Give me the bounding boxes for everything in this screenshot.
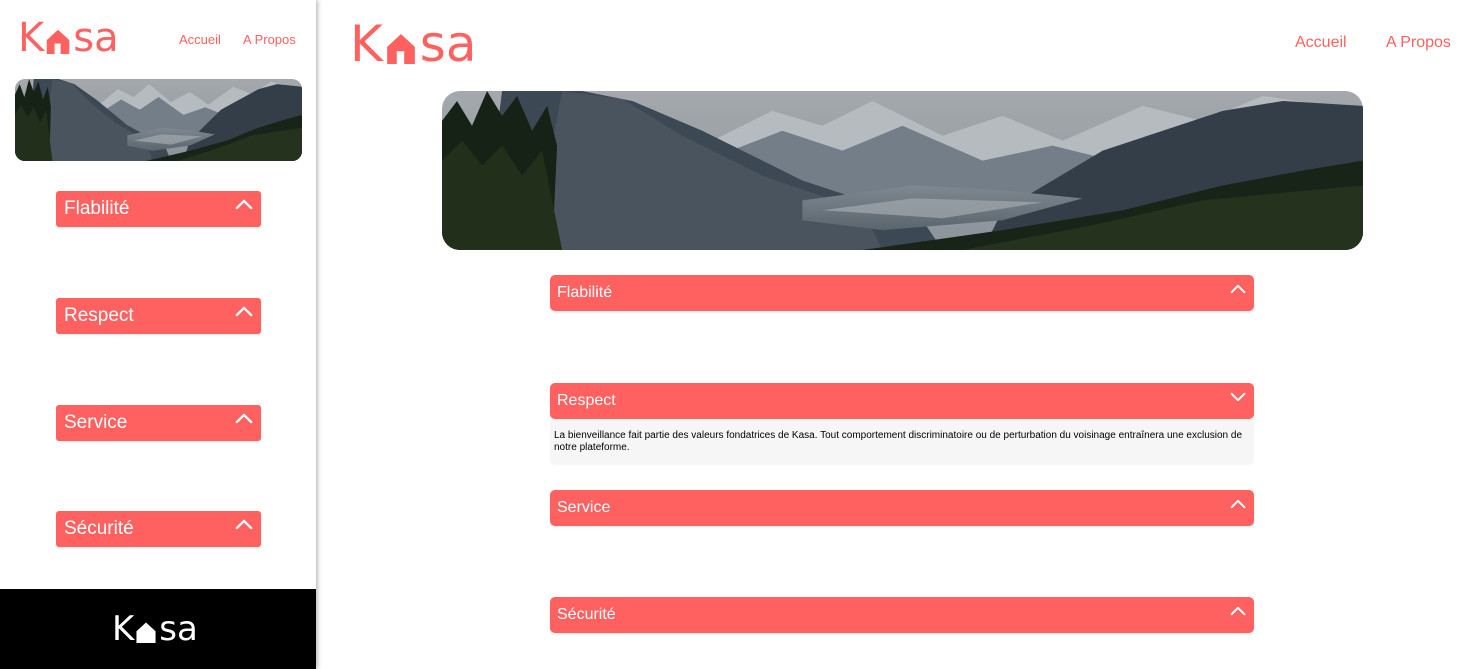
house-icon — [45, 26, 71, 56]
collapse-content-respect: La bienveillance fait partie des valeurs… — [550, 419, 1254, 465]
collapse-title: Respect — [557, 392, 616, 409]
collapse-title: Service — [64, 412, 128, 433]
collapse-text: La bienveillance fait partie des valeurs… — [554, 430, 1243, 453]
chevron-up-icon[interactable] — [235, 413, 253, 424]
collapse-title: Flabilité — [64, 198, 130, 219]
nav-link-about[interactable]: A Propos — [243, 32, 296, 47]
mountain-landscape-image — [442, 91, 1363, 250]
chevron-up-icon[interactable] — [235, 306, 253, 317]
logo-letter-k: K — [112, 609, 135, 649]
mountain-landscape-image — [15, 79, 302, 161]
collapse-toggle-fiabilite[interactable]: Flabilité — [550, 275, 1254, 311]
chevron-down-icon[interactable] — [1230, 392, 1246, 402]
logo-letter-k: K — [350, 15, 383, 73]
banner-image — [15, 79, 302, 161]
collapse-toggle-respect[interactable]: Respect — [56, 298, 261, 334]
footer-kasa-logo: K sa — [112, 609, 198, 649]
chevron-up-icon[interactable] — [1230, 499, 1246, 509]
chevron-up-icon[interactable] — [235, 519, 253, 530]
collapse-toggle-securite[interactable]: Sécurité — [56, 511, 261, 547]
house-icon — [135, 619, 157, 645]
house-icon — [385, 29, 417, 67]
logo-letters-sa: sa — [419, 15, 477, 73]
footer: K sa — [0, 589, 316, 669]
nav-link-about[interactable]: A Propos — [1386, 34, 1451, 52]
collapse-title: Respect — [64, 305, 134, 326]
logo-letter-k: K — [18, 15, 45, 61]
chevron-up-icon[interactable] — [1230, 284, 1246, 294]
collapse-toggle-service[interactable]: Service — [550, 490, 1254, 526]
nav-link-home[interactable]: Accueil — [1295, 34, 1347, 52]
chevron-up-icon[interactable] — [1230, 606, 1246, 616]
collapse-toggle-service[interactable]: Service — [56, 405, 261, 441]
banner-image — [442, 91, 1363, 250]
logo-letters-sa: sa — [159, 609, 198, 649]
desktop-preview-panel: K sa Accueil A Propos Flabilité Respect … — [316, 0, 1468, 669]
nav-link-home[interactable]: Accueil — [179, 32, 221, 47]
collapse-title: Service — [557, 499, 611, 516]
collapse-toggle-fiabilite[interactable]: Flabilité — [56, 191, 261, 227]
mobile-preview-panel: K sa Accueil A Propos Flabilité Respect … — [0, 0, 316, 669]
collapse-toggle-securite[interactable]: Sécurité — [550, 597, 1254, 633]
collapse-title: Sécurité — [557, 606, 616, 623]
kasa-logo[interactable]: K sa — [18, 18, 119, 58]
collapse-title: Sécurité — [64, 518, 134, 539]
collapse-toggle-respect[interactable]: Respect — [550, 383, 1254, 419]
collapse-title: Flabilité — [557, 284, 613, 301]
kasa-logo[interactable]: K sa — [350, 15, 477, 73]
chevron-up-icon[interactable] — [235, 199, 253, 210]
logo-letters-sa: sa — [73, 15, 119, 61]
